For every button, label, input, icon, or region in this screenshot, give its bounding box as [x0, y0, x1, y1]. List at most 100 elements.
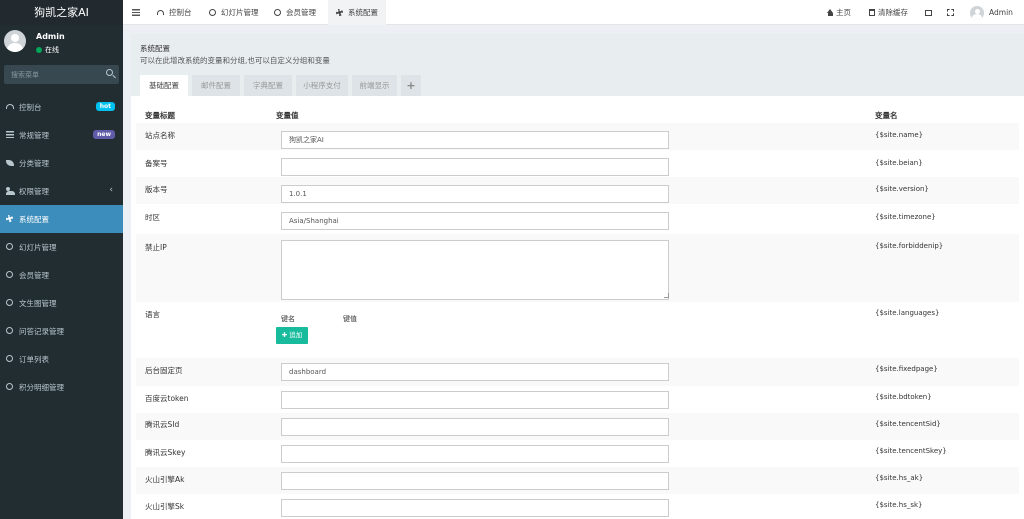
circle-icon	[6, 243, 13, 250]
tencent-skey-input[interactable]	[281, 445, 669, 463]
sidebar: 狗凯之家AI Admin 在线 搜索菜单 控制台 hot 常规管理 new 分类…	[0, 0, 123, 519]
table-row: 火山引擎Sk {$site.hs_sk}	[136, 494, 1019, 519]
sidebar-item-label: 幻灯片管理	[19, 243, 57, 252]
table-row: 站点名称 狗凯之家AI {$site.name}	[136, 123, 1019, 150]
tab-slides[interactable]: 幻灯片管理	[202, 0, 266, 25]
table-row: 腾讯云SId {$site.tencentSid}	[136, 413, 1019, 440]
row-title: 百度云token	[145, 394, 189, 403]
resize-handle-icon[interactable]	[664, 293, 669, 298]
avatar	[970, 6, 984, 20]
tab-label: 会员管理	[286, 8, 316, 17]
sidebar-item-system-config[interactable]: 系统配置	[0, 205, 123, 233]
column-header-value: 变量值	[276, 111, 299, 120]
append-label: 追加	[289, 331, 303, 339]
user-status: 在线	[36, 45, 59, 55]
user-menu[interactable]: Admin	[970, 0, 1013, 25]
hot-badge: hot	[95, 102, 115, 111]
clear-cache-label: 清除缓存	[878, 8, 908, 17]
sidebar-item-label: 问答记录管理	[19, 327, 64, 336]
language-button[interactable]	[925, 0, 935, 25]
row-title: 禁止IP	[145, 243, 167, 252]
tab-dashboard[interactable]: 控制台	[150, 0, 199, 25]
sidebar-item-dashboard[interactable]: 控制台 hot	[0, 93, 123, 121]
timezone-input[interactable]: Asia/Shanghai	[281, 212, 669, 230]
sidebar-item-label: 订单列表	[19, 355, 49, 364]
add-tab-button[interactable]: +	[401, 75, 421, 96]
sidebar-item-qa-records[interactable]: 问答记录管理	[0, 317, 123, 345]
top-header: 控制台 幻灯片管理 会员管理 系统配置 主页 清除缓存 Admin	[123, 0, 1024, 25]
table-row: 时区 Asia/Shanghai {$site.timezone}	[136, 204, 1019, 234]
clear-cache-button[interactable]: 清除缓存	[869, 0, 908, 25]
sidebar-item-category[interactable]: 分类管理	[0, 149, 123, 177]
tab-miniprogram-pay[interactable]: 小程序支付	[296, 75, 348, 96]
home-link[interactable]: 主页	[827, 0, 851, 25]
table-row: 语言 键名 键值 {$site.languages}	[136, 302, 1019, 358]
home-icon	[827, 9, 833, 16]
page-title: 系统配置	[140, 44, 170, 53]
forbidden-ip-textarea[interactable]	[281, 240, 669, 300]
circle-icon	[274, 9, 281, 16]
sidebar-item-points[interactable]: 积分明细管理	[0, 373, 123, 401]
circle-icon	[6, 327, 13, 334]
sidebar-item-permissions[interactable]: 权限管理 ‹	[0, 177, 123, 205]
site-name-input[interactable]: 狗凯之家AI	[281, 131, 669, 149]
tab-email-config[interactable]: 邮件配置	[192, 75, 240, 96]
hs-ak-input[interactable]	[281, 472, 669, 490]
app-logo[interactable]: 狗凯之家AI	[0, 0, 123, 25]
chevron-left-icon[interactable]: ‹	[109, 185, 113, 195]
sidebar-item-slides[interactable]: 幻灯片管理	[0, 233, 123, 261]
table-row: 火山引擎Ak {$site.hs_ak}	[136, 467, 1019, 494]
append-button[interactable]: ✚ 追加	[276, 327, 308, 344]
sidebar-item-general[interactable]: 常规管理 new	[0, 121, 123, 149]
user-name: Admin	[36, 32, 65, 41]
users-icon	[6, 187, 15, 195]
table-row: 禁止IP {$site.forbiddenip}	[136, 234, 1019, 302]
version-input[interactable]: 1.0.1	[281, 185, 669, 203]
sidebar-item-label: 会员管理	[19, 271, 49, 280]
hs-sk-input[interactable]	[281, 499, 669, 517]
sidebar-item-label: 常规管理	[19, 131, 49, 140]
row-var-name: {$site.hs_sk}	[875, 501, 923, 509]
panel-heading: 系统配置 可以在此增改系统的变量和分组,也可以自定义分组和变量 基础配置 邮件配…	[131, 34, 1024, 96]
row-title: 火山引擎Sk	[145, 502, 185, 511]
tab-label: 控制台	[169, 8, 192, 17]
beian-input[interactable]	[281, 158, 669, 176]
key-label: 键名	[281, 315, 295, 323]
search-icon[interactable]	[106, 69, 113, 76]
list-icon	[6, 131, 14, 138]
sidebar-item-text-to-image[interactable]: 文生图管理	[0, 289, 123, 317]
table-row: 腾讯云Skey {$site.tencentSkey}	[136, 440, 1019, 467]
tencent-sid-input[interactable]	[281, 418, 669, 436]
circle-icon	[209, 9, 216, 16]
menu-toggle-icon[interactable]	[132, 9, 140, 16]
row-title: 后台固定页	[145, 366, 183, 375]
row-var-name: {$site.hs_ak}	[875, 474, 924, 482]
row-var-name: {$site.name}	[875, 131, 924, 139]
fixed-page-input[interactable]: dashboard	[281, 363, 669, 381]
header-user-name: Admin	[989, 8, 1013, 17]
fullscreen-icon	[947, 9, 954, 16]
row-var-name: {$site.bdtoken}	[875, 393, 932, 401]
trash-icon	[869, 9, 875, 16]
tab-dict-config[interactable]: 字典配置	[244, 75, 292, 96]
sidebar-item-label: 分类管理	[19, 159, 49, 168]
tab-basic-config[interactable]: 基础配置	[140, 75, 188, 96]
tab-members[interactable]: 会员管理	[267, 0, 323, 25]
tab-frontend-display[interactable]: 前端显示	[352, 75, 397, 96]
gear-icon	[6, 215, 13, 222]
bdtoken-input[interactable]	[281, 391, 669, 409]
search-input[interactable]: 搜索菜单	[4, 65, 119, 84]
row-var-name: {$site.tencentSid}	[875, 420, 941, 428]
row-title: 语言	[145, 310, 160, 319]
sidebar-item-orders[interactable]: 订单列表	[0, 345, 123, 373]
row-var-name: {$site.languages}	[875, 309, 940, 317]
tab-system-config[interactable]: 系统配置	[328, 0, 386, 25]
row-var-name: {$site.version}	[875, 185, 929, 193]
row-title: 火山引擎Ak	[145, 475, 185, 484]
circle-icon	[6, 299, 13, 306]
sidebar-item-members[interactable]: 会员管理	[0, 261, 123, 289]
user-status-text: 在线	[45, 46, 59, 54]
row-title: 腾讯云Skey	[145, 448, 186, 457]
search-placeholder: 搜索菜单	[11, 71, 39, 79]
fullscreen-button[interactable]	[947, 0, 957, 25]
